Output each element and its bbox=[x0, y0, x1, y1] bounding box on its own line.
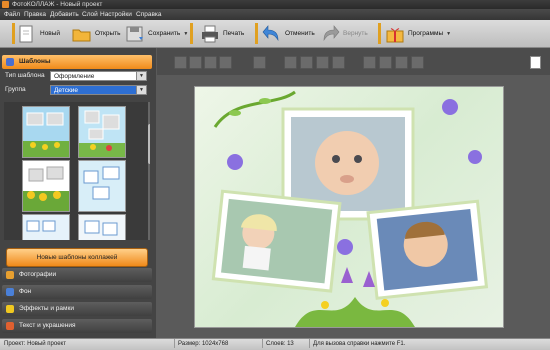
redo-arrow-icon bbox=[320, 24, 340, 43]
menu-file[interactable]: Файл bbox=[4, 9, 20, 20]
print-button-label: Печать bbox=[223, 30, 245, 37]
redo-button-label: Вернуть bbox=[343, 30, 368, 37]
menu-edit[interactable]: Правка bbox=[24, 9, 46, 20]
bring-to-front-icon[interactable] bbox=[174, 56, 187, 69]
toolbar-separator bbox=[255, 23, 258, 44]
menu-help[interactable]: Справка bbox=[136, 9, 162, 20]
template-thumbnail[interactable] bbox=[22, 106, 70, 158]
templates-section-header[interactable]: Шаблоны bbox=[2, 55, 152, 69]
status-help: Для вызова справки нажмите F1. bbox=[313, 341, 406, 347]
flip-left-icon[interactable] bbox=[284, 56, 297, 69]
status-bar: Проект: Новый проект Размер: 1024x768 Сл… bbox=[0, 338, 550, 350]
template-type-label: Тип шаблона bbox=[5, 72, 45, 79]
flip-horizontal-icon[interactable] bbox=[316, 56, 329, 69]
save-dropdown-arrow-icon[interactable]: ▼ bbox=[183, 31, 188, 37]
new-button-label: Новый bbox=[40, 30, 61, 37]
new-collage-templates-button[interactable]: Новые шаблоны коллажей bbox=[6, 248, 148, 267]
template-thumbnail[interactable] bbox=[78, 160, 126, 212]
status-divider bbox=[262, 339, 263, 348]
template-thumbnail[interactable] bbox=[78, 106, 126, 158]
template-thumbnail[interactable] bbox=[22, 214, 70, 240]
settings-gear-icon[interactable] bbox=[395, 56, 408, 69]
menu-add[interactable]: Добавить bbox=[50, 9, 79, 20]
new-document-icon bbox=[17, 25, 37, 43]
menu-bar: Файл Правка Добавить Слой Настройки Спра… bbox=[0, 9, 550, 20]
section-photos-label: Фотографии bbox=[19, 271, 57, 278]
section-text-label: Текст и украшения bbox=[19, 322, 76, 329]
collage-canvas[interactable] bbox=[194, 86, 504, 328]
print-button[interactable]: Печать bbox=[200, 22, 244, 45]
section-background-label: Фон bbox=[19, 288, 32, 295]
folder-icon bbox=[72, 25, 92, 43]
group-value: Детские bbox=[54, 87, 79, 94]
chevron-down-icon: ▼ bbox=[136, 86, 146, 94]
template-type-value: Оформление bbox=[54, 73, 95, 80]
section-background[interactable]: Фон bbox=[2, 285, 152, 299]
toolbar-separator bbox=[12, 23, 15, 44]
template-type-select[interactable]: Оформление ▼ bbox=[50, 71, 147, 81]
redo-button[interactable]: Вернуть bbox=[320, 22, 368, 45]
status-size: Размер: 1024x768 bbox=[178, 341, 229, 347]
toolbar-separator bbox=[190, 23, 193, 44]
send-to-back-icon[interactable] bbox=[219, 56, 232, 69]
template-thumbnail[interactable] bbox=[22, 160, 70, 212]
background-icon bbox=[6, 288, 14, 296]
canvas-area bbox=[157, 75, 550, 337]
text-icon bbox=[6, 322, 14, 330]
templates-header-label: Шаблоны bbox=[19, 58, 51, 65]
status-layers: Слоев: 13 bbox=[266, 341, 294, 347]
delete-icon[interactable] bbox=[363, 56, 376, 69]
menu-settings[interactable]: Настройки bbox=[100, 9, 132, 20]
group-label: Группа bbox=[5, 86, 26, 93]
collage-artwork bbox=[211, 90, 489, 327]
status-project: Проект: Новый проект bbox=[4, 341, 66, 347]
save-icon bbox=[125, 25, 145, 43]
app-icon bbox=[2, 1, 9, 8]
bring-forward-icon[interactable] bbox=[189, 56, 202, 69]
save-button-label: Сохранить bbox=[148, 30, 181, 37]
group-select[interactable]: Детские ▼ bbox=[50, 85, 147, 95]
undo-button[interactable]: Отменить bbox=[262, 22, 315, 45]
scrollbar-thumb[interactable] bbox=[148, 124, 150, 164]
programs-button-label: Программы bbox=[408, 30, 444, 37]
open-button[interactable]: Открыть bbox=[72, 22, 121, 45]
crop-icon[interactable] bbox=[379, 56, 392, 69]
flip-right-icon[interactable] bbox=[332, 56, 345, 69]
chevron-down-icon: ▼ bbox=[136, 72, 146, 80]
page-icon[interactable] bbox=[530, 56, 541, 69]
section-effects-label: Эффекты и рамки bbox=[19, 305, 74, 312]
menu-layer[interactable]: Слой bbox=[82, 9, 98, 20]
edit-toolbar bbox=[157, 48, 550, 75]
template-thumbnails bbox=[4, 102, 150, 240]
undo-button-label: Отменить bbox=[285, 30, 315, 37]
send-backward-icon[interactable] bbox=[204, 56, 217, 69]
status-divider bbox=[309, 339, 310, 348]
align-icon[interactable] bbox=[253, 56, 266, 69]
status-divider bbox=[174, 339, 175, 348]
programs-button[interactable]: Программы ▼ bbox=[385, 22, 451, 45]
effects-icon bbox=[6, 305, 14, 313]
section-effects-frames[interactable]: Эффекты и рамки bbox=[2, 302, 152, 316]
open-button-label: Открыть bbox=[95, 30, 121, 37]
gift-box-icon bbox=[385, 25, 405, 43]
section-text-decorations[interactable]: Текст и украшения bbox=[2, 319, 152, 333]
template-thumbnail[interactable] bbox=[78, 214, 126, 240]
templates-icon bbox=[6, 58, 14, 66]
printer-icon bbox=[200, 25, 220, 43]
thumbnails-scrollbar[interactable] bbox=[148, 102, 150, 240]
undo-arrow-icon bbox=[262, 24, 282, 43]
window-title: ФотоКОЛЛАЖ - Новый проект bbox=[12, 1, 103, 8]
lock-icon[interactable] bbox=[411, 56, 424, 69]
toolbar-separator bbox=[378, 23, 381, 44]
section-photos[interactable]: Фотографии bbox=[2, 268, 152, 282]
new-button[interactable]: Новый bbox=[17, 22, 60, 45]
main-toolbar: Новый Открыть Сохранить ▼ Печать Отменит… bbox=[0, 20, 550, 48]
photos-icon bbox=[6, 271, 14, 279]
left-panel: Шаблоны Тип шаблона Оформление ▼ Группа … bbox=[0, 48, 156, 339]
flip-vertical-icon[interactable] bbox=[300, 56, 313, 69]
programs-dropdown-arrow-icon[interactable]: ▼ bbox=[446, 31, 451, 37]
title-bar: ФотоКОЛЛАЖ - Новый проект bbox=[0, 0, 550, 9]
save-button[interactable]: Сохранить ▼ bbox=[125, 22, 188, 45]
